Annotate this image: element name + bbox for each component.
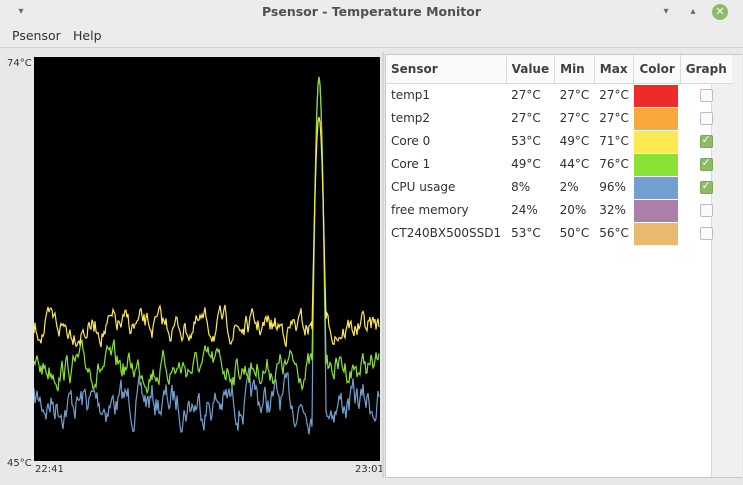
graph-x-start-label: 22:41 <box>35 464 64 475</box>
graph-toggle-checkbox[interactable] <box>699 227 713 240</box>
cell-graph <box>680 107 732 130</box>
cell-sensor: temp2 <box>391 111 431 125</box>
column-header-sensor[interactable]: Sensor <box>386 55 507 84</box>
menu-help[interactable]: Help <box>73 28 102 43</box>
cell-sensor: CT240BX500SSD1 <box>391 226 502 240</box>
window-title: Psensor - Temperature Monitor <box>261 4 482 19</box>
cell-min: 27°C <box>559 88 590 102</box>
menu-psensor[interactable]: Psensor <box>12 28 61 43</box>
column-header-max[interactable]: Max <box>594 55 635 84</box>
graph-y-min-label: 45°C <box>7 458 32 469</box>
cell-max: 76°C <box>599 157 629 171</box>
close-icon[interactable]: ✕ <box>712 4 728 20</box>
graph-toggle-checkbox[interactable] <box>699 156 713 171</box>
cell-graph <box>680 153 732 176</box>
graph-line-core-0 <box>34 116 380 348</box>
table-row[interactable]: CT240BX500SSD1 53°C 50°C 56°C <box>386 222 732 245</box>
cell-max: 56°C <box>599 226 629 240</box>
graph-toggle-checkbox[interactable] <box>699 89 713 102</box>
title-bar: ▾ Psensor - Temperature Monitor ▾ ▴ ✕ <box>0 0 743 24</box>
table-row[interactable]: Core 1 49°C 44°C 76°C <box>386 153 732 176</box>
cell-min: 27°C <box>559 111 590 125</box>
cell-sensor: Core 1 <box>391 157 431 171</box>
cell-graph <box>680 199 732 222</box>
minimize-icon[interactable]: ▾ <box>658 4 674 20</box>
graph-line-core-1 <box>34 76 380 395</box>
graph-x-end-label: 23:01 <box>355 464 384 475</box>
cell-value: 53°C <box>511 134 541 148</box>
window-bottom-edge <box>0 478 743 485</box>
cell-value: 8% <box>511 180 531 194</box>
cell-graph <box>680 130 732 153</box>
menu-bar: Psensor Help <box>0 24 743 48</box>
cell-color[interactable] <box>633 153 680 176</box>
table-row[interactable]: free memory 24% 20% 32% <box>386 199 732 222</box>
cell-min: 49°C <box>559 134 590 148</box>
cell-color[interactable] <box>633 130 680 153</box>
table-header-row: Sensor Value Min Max Color Graph <box>386 55 732 84</box>
cell-sensor: Core 0 <box>391 134 431 148</box>
column-header-graph[interactable]: Graph <box>680 55 732 84</box>
cell-color[interactable] <box>633 199 680 222</box>
cell-sensor: free memory <box>391 203 469 217</box>
color-swatch[interactable] <box>633 153 678 176</box>
cell-min: 2% <box>559 180 579 194</box>
sensor-table-panel: Sensor Value Min Max Color Graph temp1 27… <box>385 54 742 478</box>
cell-graph <box>680 222 732 245</box>
cell-max: 32% <box>599 203 626 217</box>
color-swatch[interactable] <box>633 107 678 130</box>
table-row[interactable]: Core 0 53°C 49°C 71°C <box>386 130 732 153</box>
cell-max: 71°C <box>599 134 629 148</box>
cell-color[interactable] <box>633 176 680 199</box>
graph-y-max-label: 74°C <box>7 58 32 69</box>
pane-splitter[interactable] <box>382 52 384 478</box>
cell-value: 53°C <box>511 226 541 240</box>
cell-value: 49°C <box>511 157 541 171</box>
graph-line-cpu-usage <box>34 76 380 435</box>
table-row[interactable]: CPU usage 8% 2% 96% <box>386 176 732 199</box>
cell-sensor: temp1 <box>391 88 431 102</box>
graph-toggle-checkbox[interactable] <box>699 112 713 125</box>
column-header-min[interactable]: Min <box>554 55 595 84</box>
color-swatch[interactable] <box>633 176 678 199</box>
cell-sensor: CPU usage <box>391 180 456 194</box>
cell-graph <box>680 176 732 199</box>
cell-value: 27°C <box>511 88 541 102</box>
color-swatch[interactable] <box>633 130 678 153</box>
sensor-table: Sensor Value Min Max Color Graph temp1 27… <box>386 55 732 245</box>
graph-panel: 74°C 45°C 22:41 23:01 <box>0 52 384 478</box>
column-header-value[interactable]: Value <box>506 55 556 84</box>
cell-value: 27°C <box>511 111 541 125</box>
graph-toggle-checkbox[interactable] <box>699 179 713 194</box>
color-swatch[interactable] <box>633 199 678 222</box>
cell-graph <box>680 83 732 107</box>
color-swatch[interactable] <box>633 84 678 107</box>
cell-max: 96% <box>599 180 626 194</box>
cell-max: 27°C <box>599 88 629 102</box>
cell-value: 24% <box>511 203 538 217</box>
table-row[interactable]: temp2 27°C 27°C 27°C <box>386 107 732 130</box>
sensor-graph <box>34 57 380 461</box>
maximize-icon[interactable]: ▴ <box>685 4 701 20</box>
graph-toggle-checkbox[interactable] <box>699 133 713 148</box>
cell-color[interactable] <box>633 222 680 245</box>
cell-min: 50°C <box>559 226 590 240</box>
graph-toggle-checkbox[interactable] <box>699 204 713 217</box>
cell-min: 20% <box>559 203 587 217</box>
column-header-color[interactable]: Color <box>633 55 681 84</box>
cell-min: 44°C <box>559 157 590 171</box>
cell-color[interactable] <box>633 107 680 130</box>
cell-max: 27°C <box>599 111 629 125</box>
table-row[interactable]: temp1 27°C 27°C 27°C <box>386 83 732 107</box>
color-swatch[interactable] <box>633 222 678 245</box>
cell-color[interactable] <box>633 83 680 107</box>
